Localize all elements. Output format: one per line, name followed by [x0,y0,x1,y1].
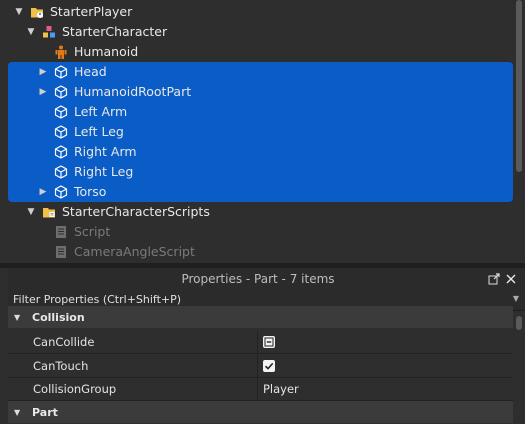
script-icon [54,225,68,239]
part-icon [54,65,68,79]
tree-item-cameraanglescript[interactable]: CameraAngleScript [0,242,525,262]
property-name: CanCollide [33,335,95,349]
section-collision[interactable]: ▼ Collision [8,306,513,328]
indeterminate-checkbox-icon[interactable] [263,336,275,348]
part-icon [54,125,68,139]
column-separator [257,331,258,353]
tree-item-label: HumanoidRootPart [74,84,192,99]
tree-item-starterplayer[interactable]: ▼ StarterPlayer [0,2,525,22]
humanoid-icon [54,45,68,59]
properties-grid: ▼ Collision CanCollide CanTouch Collisio… [8,306,513,424]
tree-item-right-leg[interactable]: Right Leg [0,162,525,182]
part-icon [54,165,68,179]
tree-item-label: CameraAngleScript [74,244,195,259]
tree-item-label: Script [74,224,111,239]
expand-arrow-icon[interactable]: ▶ [38,187,48,197]
tree-item-head[interactable]: ▶ Head [0,62,525,82]
cantouch-checkbox[interactable] [263,355,275,377]
tree-item-label: Left Leg [74,124,124,139]
scripts-folder-icon [42,205,56,219]
tree-item-startercharacter[interactable]: ▼ StarterCharacter [0,22,525,42]
tree-item-label: Left Arm [74,104,128,119]
part-icon [54,105,68,119]
properties-title: Properties - Part - 7 items [181,272,335,286]
property-name: CollisionGroup [33,382,117,396]
tree-item-label: StarterPlayer [50,4,133,19]
explorer-panel: ▼ StarterPlayer ▼ StarterCharacter Human… [0,0,525,263]
checkmark-icon[interactable] [263,360,275,372]
starter-player-icon [30,5,44,19]
part-icon [54,145,68,159]
section-label: Part [32,405,58,419]
tree-item-label: Right Arm [74,144,137,159]
tree-item-humanoid[interactable]: Humanoid [0,42,525,62]
tree-item-humanoidrootpart[interactable]: ▶ HumanoidRootPart [0,82,525,102]
explorer-scrollbar[interactable] [516,0,522,172]
properties-header: Properties - Part - 7 items [8,268,525,290]
undock-icon[interactable] [487,271,501,287]
script-icon [54,245,68,259]
tree-item-torso[interactable]: ▶ Torso [0,182,525,202]
property-row-cantouch[interactable]: CanTouch [8,355,513,378]
tree-item-label: Right Leg [74,164,134,179]
property-name: CanTouch [33,359,89,373]
expand-arrow-icon[interactable]: ▼ [14,7,24,17]
tree-item-startercharacterscripts[interactable]: ▼ StarterCharacterScripts [0,202,525,222]
collapse-arrow-icon[interactable]: ▼ [14,408,24,417]
column-separator [257,355,258,377]
tree-item-right-arm[interactable]: Right Arm [0,142,525,162]
property-row-collisiongroup[interactable]: CollisionGroup Player [8,378,513,401]
expand-arrow-icon[interactable]: ▼ [26,27,36,37]
section-label: Collision [32,310,85,324]
tree-item-label: Head [74,64,107,79]
expand-arrow-icon[interactable]: ▼ [26,207,36,217]
collisiongroup-value[interactable]: Player [263,378,299,400]
chevron-down-icon[interactable]: ▼ [513,294,519,303]
model-icon [42,25,56,39]
part-icon [54,185,68,199]
close-icon[interactable] [504,271,518,287]
tree-item-label: StarterCharacter [62,24,168,39]
column-separator [257,378,258,400]
properties-scrollbar[interactable] [516,316,522,330]
cancollide-checkbox[interactable] [263,331,275,353]
section-part[interactable]: ▼ Part [8,401,513,423]
property-row-cancollide[interactable]: CanCollide [8,331,513,354]
tree-item-label: StarterCharacterScripts [62,204,210,219]
tree-item-label: Humanoid [74,44,139,59]
tree-item-label: Torso [74,184,107,199]
tree-item-script[interactable]: Script [0,222,525,242]
expand-arrow-icon[interactable]: ▶ [38,67,48,77]
part-icon [54,85,68,99]
tree-item-left-leg[interactable]: Left Leg [0,122,525,142]
tree-item-left-arm[interactable]: Left Arm [0,102,525,122]
expand-arrow-icon[interactable]: ▶ [38,87,48,97]
collapse-arrow-icon[interactable]: ▼ [14,313,24,322]
